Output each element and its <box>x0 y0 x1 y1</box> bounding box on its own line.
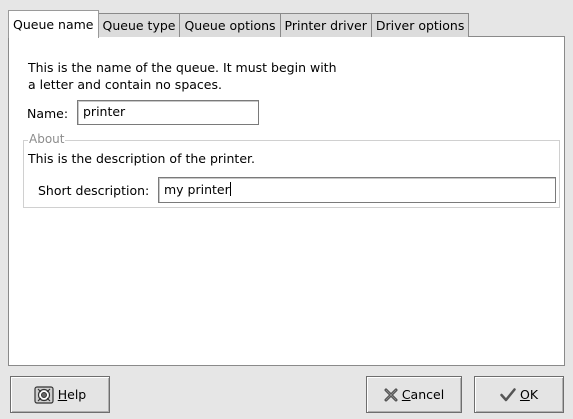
tab-queue-name[interactable]: Queue name <box>8 10 99 38</box>
help-button[interactable]: Help <box>10 376 110 413</box>
short-description-input[interactable]: my printer <box>158 177 556 203</box>
about-description: This is the description of the printer. <box>28 151 255 166</box>
cancel-x-icon <box>384 388 398 402</box>
tab-queue-options[interactable]: Queue options <box>179 13 281 37</box>
tab-queue-type[interactable]: Queue type <box>97 13 181 37</box>
about-frame: About This is the description of the pri… <box>23 132 560 208</box>
cancel-label: Cancel <box>401 387 445 402</box>
checkmark-icon <box>500 387 516 402</box>
ok-button[interactable]: OK <box>474 376 564 413</box>
short-description-label: Short description: <box>38 183 150 198</box>
name-input[interactable]: printer <box>77 100 259 125</box>
cancel-button[interactable]: Cancel <box>366 376 462 413</box>
queue-name-panel: This is the name of the queue. It must b… <box>8 36 565 366</box>
ok-label: OK <box>519 387 539 402</box>
text-cursor <box>229 182 231 196</box>
tab-printer-driver[interactable]: Printer driver <box>279 13 372 37</box>
help-label: Help <box>57 387 87 402</box>
about-legend: About <box>28 132 66 146</box>
help-icon <box>34 385 54 404</box>
intro-line-1: This is the name of the queue. It must b… <box>28 60 337 75</box>
name-label: Name: <box>27 106 69 121</box>
intro-text: This is the name of the queue. It must b… <box>28 59 337 93</box>
intro-line-2: a letter and contain no spaces. <box>28 77 222 92</box>
tab-bar: Queue name Queue type Queue options Prin… <box>8 10 470 38</box>
tab-driver-options[interactable]: Driver options <box>370 13 470 37</box>
name-input-value: printer <box>83 104 126 119</box>
short-description-value: my printer <box>164 182 230 197</box>
